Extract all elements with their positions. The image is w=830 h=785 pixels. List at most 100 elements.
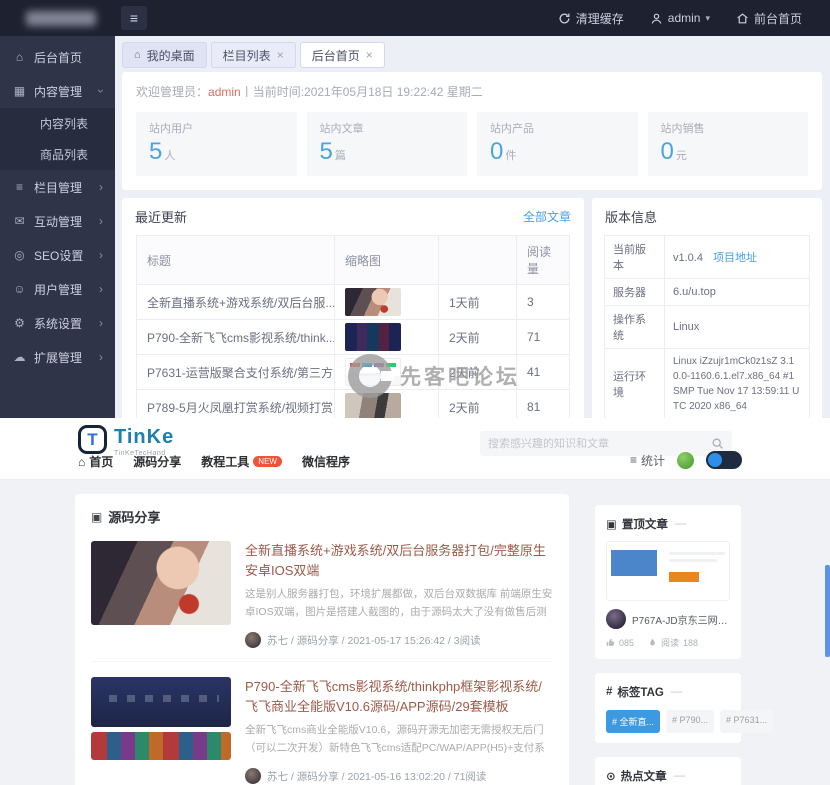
menu-toggle-button[interactable]: ≡	[121, 6, 147, 30]
article-thumbnail[interactable]	[345, 323, 401, 351]
sidebar-subitem-content-list[interactable]: 内容列表	[0, 108, 115, 139]
tag-pill[interactable]: # P790...	[666, 710, 714, 733]
version-value: Linux iZzujr1mCk0z1sZ 3.10.0-1160.6.1.el…	[665, 349, 810, 419]
like-count: 085	[619, 638, 634, 648]
stats-link[interactable]: ≡ 统计	[630, 452, 665, 469]
sidebar-item-label: SEO设置	[34, 247, 99, 264]
article-time: 2天前	[439, 390, 517, 419]
tab-admin-home[interactable]: 后台首页 ×	[300, 42, 385, 68]
chevron-right-icon: ›	[99, 282, 103, 296]
article-desc: 这是别人服务器打包，环境扩展都做，双后台双数据库 前端原生安卓IOS双端，图片是…	[245, 586, 553, 623]
article-title-cell[interactable]: P789-5月火凤凰打赏系统/视频打赏...	[137, 390, 335, 419]
stat-value: 5篇	[320, 138, 455, 166]
version-value: Linux	[665, 306, 810, 349]
sidebar-item-dashboard[interactable]: ⌂ 后台首页	[0, 40, 115, 74]
chevron-down-icon: ▾	[705, 13, 710, 24]
article-thumbnail[interactable]	[91, 677, 231, 727]
nav-item-tutorial-tools[interactable]: 教程工具 NEW	[201, 453, 282, 470]
tag-pill[interactable]: # P7631...	[720, 710, 773, 733]
article-thumbnail[interactable]	[91, 732, 231, 760]
front-home-link[interactable]: 前台首页	[736, 10, 802, 27]
pin-icon: ▣	[606, 517, 617, 531]
admin-body: ⌂ 后台首页 ▦ 内容管理 › 内容列表 商品列表 ≡	[0, 36, 830, 418]
widget-title-dash: —	[674, 770, 686, 782]
widget-title: 热点文章	[621, 768, 667, 784]
sidebar-item-interaction[interactable]: ✉ 互动管理 ›	[0, 204, 115, 238]
hash-icon: #	[606, 686, 612, 698]
tab-label: 后台首页	[312, 47, 360, 64]
widget-top-article: ▣ 置顶文章 — P767A-JD京东三网话费直充系... 085 阅读 188	[595, 505, 741, 659]
sidebar-item-users[interactable]: ☺ 用户管理 ›	[0, 272, 115, 306]
clear-cache-button[interactable]: 清理缓存	[558, 10, 624, 27]
search-input[interactable]	[488, 438, 711, 450]
article-thumbnail[interactable]	[345, 358, 401, 386]
widget-hot-articles: ⊙ 热点文章 —	[595, 757, 741, 785]
widget-tags: # 标签TAG — # 全新直... # P790... # P7631...	[595, 673, 741, 743]
recent-updates-panel: 最近更新 全部文章 标题 缩略图 阅读量	[122, 198, 584, 418]
stat-value: 0元	[661, 138, 796, 166]
stat-card-products: 站内产品 0件	[477, 112, 638, 176]
top-article-thumbnail[interactable]	[606, 541, 730, 601]
sidebar-item-label: 系统设置	[34, 315, 99, 332]
article-title-cell[interactable]: P7631-运营版聚合支付系统/第三方...	[137, 355, 335, 390]
logo-blurred	[26, 11, 96, 26]
article-thumbnail[interactable]	[345, 393, 401, 418]
article-meta: 苏七 / 源码分享 / 2021-05-16 13:02:20 / 71阅读	[245, 768, 553, 784]
article-thumbnail[interactable]	[91, 541, 231, 625]
clock-icon: ⊙	[606, 769, 616, 783]
nav-item-source-share[interactable]: 源码分享	[133, 453, 181, 470]
home-icon: ⌂	[12, 50, 27, 64]
search-icon[interactable]	[711, 437, 724, 450]
article-meta: 苏七 / 源码分享 / 2021-05-17 15:26:42 / 3阅读	[245, 632, 553, 648]
sidebar-item-columns[interactable]: ≡ 栏目管理 ›	[0, 170, 115, 204]
sidebar-item-content[interactable]: ▦ 内容管理 ›	[0, 74, 115, 108]
admin-columns: 最近更新 全部文章 标题 缩略图 阅读量	[122, 198, 822, 418]
avatar	[245, 632, 261, 648]
sidebar-item-seo[interactable]: ◎ SEO设置 ›	[0, 238, 115, 272]
admin-logo-area	[0, 11, 115, 26]
overview-panel: 欢迎管理员：admin丨当前时间:2021年05月18日 19:22:42 星期…	[122, 72, 822, 190]
version-value: v1.0.4	[673, 252, 703, 264]
article-views: 71	[517, 320, 570, 355]
sidebar-item-label: 内容管理	[34, 83, 99, 100]
nav-item-home[interactable]: ⌂ 首页	[78, 453, 113, 470]
logo-icon: T	[78, 425, 107, 454]
widget-title: 置顶文章	[622, 516, 668, 532]
tab-my-desktop[interactable]: ⌂ 我的桌面	[122, 42, 207, 68]
frog-icon[interactable]	[677, 452, 694, 469]
admin-sidebar: ⌂ 后台首页 ▦ 内容管理 › 内容列表 商品列表 ≡	[0, 36, 115, 418]
top-article-title[interactable]: P767A-JD京东三网话费直充系...	[632, 612, 730, 627]
views-label: 阅读	[661, 636, 679, 649]
home-icon: ⌂	[134, 49, 141, 61]
scrollbar-thumb[interactable]	[825, 565, 830, 657]
table-row: P7631-运营版聚合支付系统/第三方... 2天前 41	[137, 355, 570, 390]
all-articles-link[interactable]: 全部文章	[523, 208, 571, 225]
project-link[interactable]: 项目地址	[713, 252, 757, 264]
user-menu[interactable]: admin ▾	[650, 11, 710, 25]
widget-title-dash: —	[671, 686, 683, 698]
sidebar-subitem-goods-list[interactable]: 商品列表	[0, 139, 115, 170]
article-title[interactable]: 全新直播系统+游戏系统/双后台服务器打包/完整原生安卓IOS双端	[245, 541, 553, 580]
stat-unit: 篇	[335, 150, 346, 162]
admin-header: ≡ 清理缓存 admin ▾ 前台首页	[0, 0, 830, 36]
version-value: 6.u/u.top	[665, 279, 810, 306]
article-title[interactable]: P790-全新飞飞cms影视系统/thinkphp框架影视系统/飞飞商业全能版V…	[245, 677, 553, 716]
article-title-cell[interactable]: P790-全新飞飞cms影视系统/think...	[137, 320, 335, 355]
sidebar-item-extension[interactable]: ☁ 扩展管理 ›	[0, 340, 115, 374]
nav-item-wechat-app[interactable]: 微信程序	[302, 453, 350, 470]
section-icon: ▣	[91, 510, 102, 524]
views-count: 188	[683, 638, 698, 648]
version-label: 当前版本	[605, 236, 665, 279]
sidebar-item-system[interactable]: ⚙ 系统设置 ›	[0, 306, 115, 340]
close-icon[interactable]: ×	[366, 48, 373, 62]
close-icon[interactable]: ×	[277, 48, 284, 62]
site-header-controls: ≡ 统计	[630, 451, 742, 469]
tag-pill[interactable]: # 全新直...	[606, 710, 660, 733]
new-badge: NEW	[253, 456, 282, 467]
dark-mode-toggle[interactable]	[706, 451, 742, 469]
article-title-cell[interactable]: 全新直播系统+游戏系统/双后台服...	[137, 285, 335, 320]
welcome-text: 欢迎管理员：admin丨当前时间:2021年05月18日 19:22:42 星期…	[122, 72, 822, 108]
admin-panel: ≡ 清理缓存 admin ▾ 前台首页 ⌂	[0, 0, 830, 418]
article-thumbnail[interactable]	[345, 288, 401, 316]
tab-column-list[interactable]: 栏目列表 ×	[211, 42, 296, 68]
